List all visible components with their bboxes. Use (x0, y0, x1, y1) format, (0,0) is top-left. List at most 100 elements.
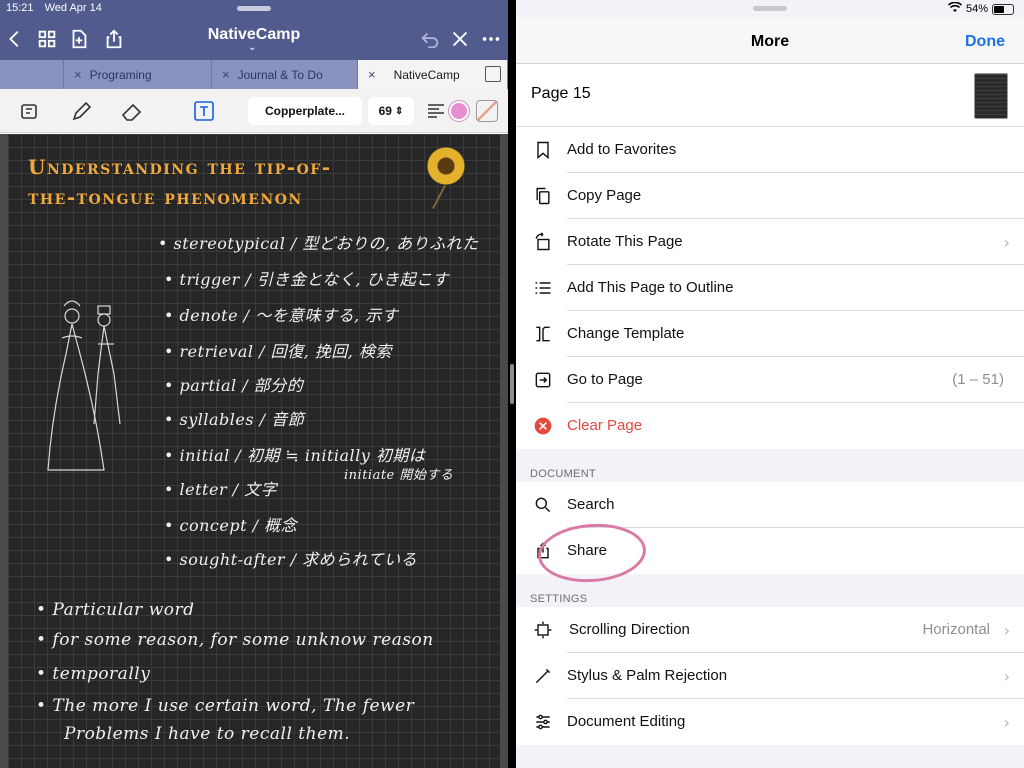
more-nav-bar: More Done (516, 18, 1024, 64)
scrolling-direction-row[interactable]: Scrolling Direction Horizontal › (516, 607, 1024, 653)
sliders-icon (532, 711, 554, 733)
tab-overview-icon[interactable] (485, 66, 501, 82)
vocab-line: • denote / ～を意味する, 示す (164, 306, 399, 325)
current-page-row: Page 15 (516, 64, 1024, 127)
bullet-line: • temporally (36, 664, 151, 684)
headline-line-2: the-tongue phenomenon (28, 185, 303, 209)
text-color-swatch[interactable] (449, 101, 469, 121)
document-editing-row[interactable]: Document Editing › (516, 699, 1024, 745)
battery-icon (992, 3, 1014, 15)
row-label: Document Editing (567, 713, 686, 730)
bullet-line: • Particular word (36, 600, 195, 620)
close-icon[interactable]: × (222, 67, 230, 82)
stepper-icon: ⇕ (394, 105, 404, 117)
template-icon (532, 323, 554, 345)
eraser-icon[interactable] (118, 97, 146, 125)
split-view-handle[interactable] (510, 364, 514, 404)
row-label: Add This Page to Outline (567, 279, 734, 296)
vocab-note: initiate 開始する (344, 468, 454, 483)
panel-title: More (750, 33, 790, 50)
battery-percent: 54% (965, 3, 988, 15)
sunflower-sticker (426, 146, 466, 186)
bullet-line: • for some reason, for some unknow reaso… (36, 630, 434, 650)
row-label: Stylus & Palm Rejection (567, 667, 728, 684)
vocab-line: • trigger / 引き金となく, ひき起こす (164, 270, 449, 289)
victorian-couple-illustration (47, 300, 121, 471)
stylus-palm-rejection-row[interactable]: Stylus & Palm Rejection › (516, 653, 1024, 699)
multitask-grabber[interactable] (237, 6, 271, 11)
tab-previous[interactable] (0, 60, 64, 89)
text-tool-icon[interactable] (190, 97, 218, 125)
font-picker[interactable]: Copperplate... (248, 97, 362, 125)
chevron-right-icon: › (1003, 621, 1010, 640)
lasso-icon[interactable] (16, 97, 44, 125)
outline-icon (532, 277, 554, 299)
tool-bar: Copperplate... 69 ⇕ (0, 89, 508, 133)
pen-off-icon[interactable] (447, 26, 473, 52)
done-button[interactable]: Done (965, 33, 1005, 51)
copy-page-row[interactable]: Copy Page (516, 173, 1024, 219)
vocab-line: • stereotypical / 型どおりの, ありふれた (158, 234, 479, 253)
row-label: Scrolling Direction (569, 621, 690, 638)
status-bar-left: 15:21 Wed Apr 14 (6, 2, 110, 14)
rotate-icon (532, 231, 554, 253)
bullet-line: • The more I use certain word, The fewer (36, 696, 415, 716)
pen-icon[interactable] (68, 97, 96, 125)
bookmark-icon (532, 139, 554, 161)
add-to-favorites-row[interactable]: Add to Favorites (516, 127, 1024, 173)
copy-icon (532, 185, 554, 207)
tab-label: Journal & To Do (237, 67, 323, 82)
notebook-page[interactable]: Understanding the tip-of- the-tongue phe… (8, 134, 500, 768)
goto-icon (532, 369, 554, 391)
document-tab-bar: × Programing × Journal & To Do × NativeC… (0, 60, 508, 89)
rotate-page-row[interactable]: Rotate This Page › (516, 219, 1024, 265)
status-date: Wed Apr 14 (44, 2, 102, 14)
wifi-icon (947, 1, 963, 16)
row-label: Change Template (567, 325, 685, 342)
document-top-bar: 15:21 Wed Apr 14 NativeCamp ⌄ (0, 0, 508, 60)
go-to-page-row[interactable]: Go to Page (1 – 51) (516, 357, 1024, 403)
vocab-line: • retrieval / 回復, 挽回, 検索 (164, 342, 392, 361)
tab-programing[interactable]: × Programing (64, 60, 212, 89)
vocab-line: • letter / 文字 (164, 480, 278, 499)
change-template-row[interactable]: Change Template (516, 311, 1024, 357)
vocab-line: • partial / 部分的 (164, 376, 304, 395)
row-label: Search (567, 496, 615, 513)
sunflower-stem (432, 185, 446, 209)
multitask-grabber[interactable] (753, 6, 787, 11)
bullet-line: Problems I have to recall them. (64, 724, 351, 744)
search-row[interactable]: Search (516, 482, 1024, 528)
more-icon[interactable] (478, 26, 504, 52)
row-label: Go to Page (567, 371, 643, 388)
search-icon (532, 494, 554, 516)
font-size-value: 69 (378, 104, 392, 118)
headline-line-1: Understanding the tip-of- (28, 155, 332, 179)
undo-icon[interactable] (417, 26, 443, 52)
tab-journal[interactable]: × Journal & To Do (212, 60, 358, 89)
tab-nativecamp[interactable]: × NativeCamp (358, 60, 508, 89)
tab-label: NativeCamp (393, 67, 460, 82)
add-to-outline-row[interactable]: Add This Page to Outline (516, 265, 1024, 311)
vocab-line: • syllables / 音節 (164, 410, 305, 429)
settings-section-header: SETTINGS (530, 593, 588, 605)
stylus-icon (532, 665, 554, 687)
align-left-icon[interactable] (422, 97, 450, 125)
close-icon[interactable]: × (74, 67, 82, 82)
chevron-right-icon: › (1003, 233, 1010, 252)
clear-icon (532, 415, 554, 437)
page-range: (1 – 51) (952, 371, 1004, 388)
vocab-line: • initial / 初期 ≒ initially 初期は (164, 446, 426, 465)
current-page-label: Page 15 (531, 85, 591, 102)
vocab-line: • sought-after / 求められている (164, 550, 418, 569)
clear-page-row[interactable]: Clear Page (516, 403, 1024, 449)
font-size-picker[interactable]: 69 ⇕ (368, 97, 414, 125)
vocab-line: • concept / 概念 (164, 516, 298, 535)
background-color-none[interactable] (476, 100, 498, 122)
chevron-right-icon: › (1003, 713, 1010, 732)
page-thumbnail (974, 73, 1008, 119)
status-bar-right: 54% (947, 1, 1014, 16)
scroll-direction-icon (532, 619, 554, 641)
document-section-header: DOCUMENT (530, 468, 596, 480)
close-icon[interactable]: × (368, 67, 376, 82)
chevron-down-icon[interactable]: ⌄ (248, 42, 256, 53)
